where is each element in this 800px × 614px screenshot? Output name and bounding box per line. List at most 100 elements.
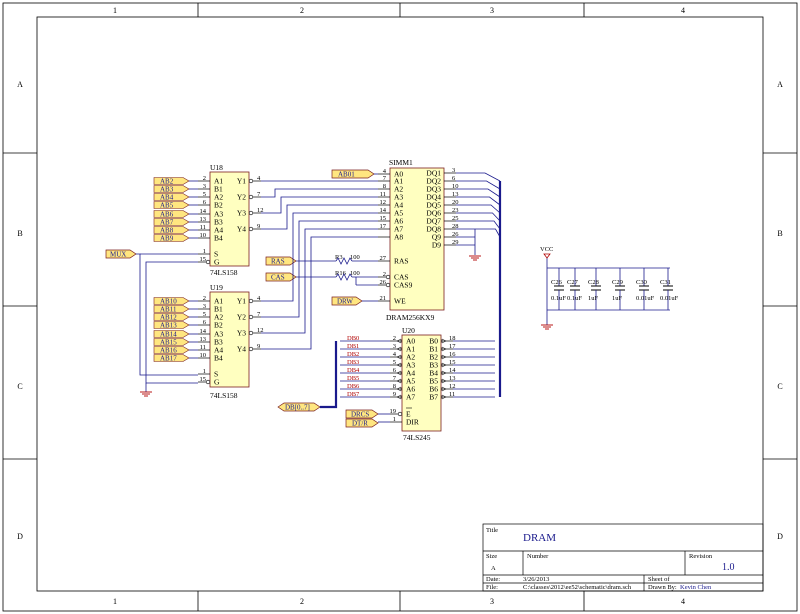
row-label-b-left: B <box>17 229 22 238</box>
capacitor-C29: C29 1uF <box>612 268 625 310</box>
u18-pin-number-B3: 13 <box>200 216 207 223</box>
u18-pin-label-Y2: Y2 <box>237 193 246 202</box>
simm-pin-label-A8: A8 <box>394 233 403 242</box>
dtr-port[interactable]: DT/R <box>345 418 379 428</box>
col-label-4-bottom: 4 <box>681 597 685 606</box>
dtr-port-label: DT/R <box>352 420 368 428</box>
simm-ground-symbol <box>469 255 481 261</box>
capacitor-value-C27: 0.1uF <box>567 295 582 302</box>
u19-pin-label-Y4: Y4 <box>237 345 246 354</box>
u19-part: 74LS158 <box>210 391 238 400</box>
u19-port-label-AB13: AB13 <box>160 322 177 330</box>
address-bus-ports: AB2AB3AB4AB5AB6AB7AB8AB9 AB10AB11AB12AB13… <box>153 177 190 363</box>
capacitor-ref-C29: C29 <box>612 279 623 286</box>
u19-port-AB17: AB17 <box>153 354 190 363</box>
u20-transceiver[interactable]: U20 74LS245 A02 B0 18A13 B1 17A24 B2 16A35 B3 15… <box>390 326 457 442</box>
col-label-2-bottom: 2 <box>300 597 304 606</box>
u20-pin-label-DIR: DIR <box>406 418 419 427</box>
cas-port[interactable]: CAS <box>265 272 297 282</box>
simm1-dram[interactable]: SIMM1 DRAM256KX9 A04A17A28A311A412A514A6… <box>378 158 459 322</box>
number-label: Number <box>527 553 549 560</box>
u18-port-label-AB2: AB2 <box>160 178 174 186</box>
u20-pin-number-A7: 9 <box>393 391 396 398</box>
row-label-d-left: D <box>17 532 23 541</box>
u18-port-AB8: AB8 <box>153 226 190 235</box>
u18-pin-number-B1: 3 <box>203 183 206 190</box>
u19-pin-label-Y1: Y1 <box>237 297 246 306</box>
u20-part: 74LS245 <box>403 433 431 442</box>
simm-invert-CAS <box>385 274 391 280</box>
title-label: Title <box>486 527 498 534</box>
u19-pin-number-A1: 2 <box>203 295 206 302</box>
u20-pin-number-A6: 8 <box>393 383 396 390</box>
u19-pin-number-Y4: 9 <box>257 343 260 350</box>
u18-multiplexer[interactable]: U18 74LS158 A12B13A25B26A314B313A411B410… <box>198 163 264 277</box>
u20-pin-label-B7: B7 <box>429 393 438 402</box>
u19-pin-number-B3: 13 <box>200 336 207 343</box>
capacitor-ref-C28: C28 <box>588 279 599 286</box>
u19-multiplexer[interactable]: U19 74LS158 A12B13A25B26A314B313A411B410… <box>198 283 264 400</box>
drw-port[interactable]: DRW <box>331 296 363 306</box>
u18-pin-label-G: G <box>214 258 220 267</box>
u20-pin-number-E: 19 <box>390 408 397 415</box>
vcc-power: VCC <box>540 246 553 259</box>
u18-port-AB9: AB9 <box>153 234 190 243</box>
size-label: Size <box>486 553 497 560</box>
u18-ref: U18 <box>210 163 223 172</box>
ras-port[interactable]: RAS <box>265 256 297 266</box>
ab01-port-label: AB01 <box>338 171 355 179</box>
dbus-port[interactable]: DB[0..7] <box>277 402 321 412</box>
mux-port-label: MUX <box>110 251 126 259</box>
u19-port-AB13: AB13 <box>153 321 190 330</box>
mux-ground-symbol <box>140 391 152 397</box>
u19-port-AB11: AB11 <box>153 305 190 314</box>
file-label: File: <box>486 584 498 591</box>
u18-port-AB4: AB4 <box>153 193 190 202</box>
u18-pin-number-A3: 14 <box>200 208 207 215</box>
title-value: DRAM <box>523 532 556 544</box>
u18-invert-Y3 <box>248 210 254 216</box>
drawn-by-value: Kevin Chen <box>680 584 712 591</box>
simm-pin-number-RAS: 27 <box>380 255 387 262</box>
r3-body <box>335 257 353 265</box>
col-label-2-top: 2 <box>300 6 304 15</box>
ab01-port[interactable]: AB01 <box>331 169 375 179</box>
u18-pin-number-A4: 11 <box>200 224 206 231</box>
u18-invert-G <box>205 259 211 265</box>
u18-port-AB2: AB2 <box>153 177 190 186</box>
u19-port-AB15: AB15 <box>153 338 190 347</box>
drw-port-label: DRW <box>337 298 353 306</box>
u19-pin-number-A3: 14 <box>200 328 207 335</box>
u18-pin-label-Y3: Y3 <box>237 209 246 218</box>
u19-pin-number-B4: 10 <box>200 352 207 359</box>
col-label-4-top: 4 <box>681 6 685 15</box>
u18-port-AB5: AB5 <box>153 201 190 210</box>
u19-invert-Y1 <box>248 298 254 304</box>
u18-invert-Y4 <box>248 226 254 232</box>
u19-pin-number-A2: 5 <box>203 311 206 318</box>
u18-port-label-AB5: AB5 <box>160 202 174 210</box>
u19-port-AB12: AB12 <box>153 313 190 322</box>
drcs-port[interactable]: DRCS <box>345 409 379 419</box>
date-value: 3/26/2013 <box>523 576 549 583</box>
capacitor-ref-C26: C26 <box>551 279 563 286</box>
drawn-by-label: Drawn By: <box>648 584 677 591</box>
u19-pin-label-Y3: Y3 <box>237 329 246 338</box>
row-label-a-left: A <box>17 80 23 89</box>
capacitor-value-C31: 0.01uF <box>660 295 679 302</box>
mux-port[interactable]: MUX <box>105 249 137 259</box>
u19-invert-G <box>205 379 211 385</box>
u18-pin-label-B4: B4 <box>214 234 223 243</box>
col-label-1-top: 1 <box>113 6 117 15</box>
revision-value: 1.0 <box>722 562 735 573</box>
simm-pin-number-WE: 21 <box>380 295 387 302</box>
u20-pin-label-A7: A7 <box>406 393 415 402</box>
u19-port-AB14: AB14 <box>153 330 190 339</box>
row-label-c-right: C <box>777 382 782 391</box>
file-value: C:\classes\2012\ee52\schematic\dram.sch <box>523 584 632 591</box>
u19-invert-Y3 <box>248 330 254 336</box>
schematic-sheet: 1 2 3 4 1 2 3 4 A B C D A B C D U18 74LS… <box>2 2 798 612</box>
u19-pin-number-S: 1 <box>203 368 206 375</box>
u18-port-label-AB8: AB8 <box>160 227 174 235</box>
capacitor-C28: C28 1uF <box>588 268 601 310</box>
